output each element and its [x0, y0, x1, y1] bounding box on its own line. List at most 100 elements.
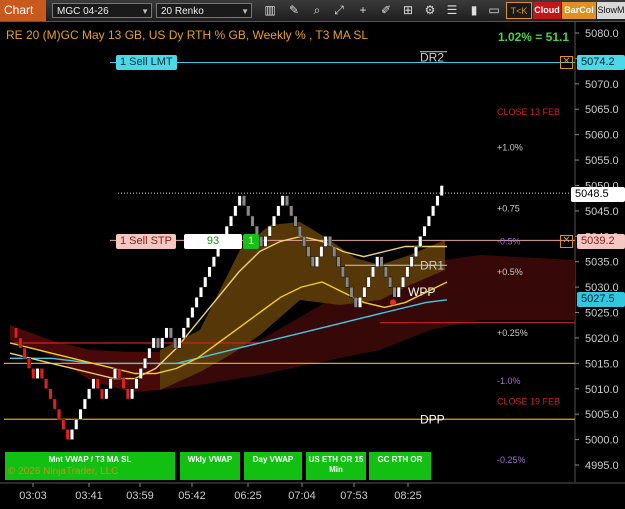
- renko-brick: [250, 215, 255, 227]
- renko-brick: [138, 368, 143, 379]
- renko-brick: [104, 388, 109, 400]
- renko-brick: [100, 388, 105, 400]
- renko-brick: [405, 266, 410, 278]
- percent-change-readout: 1.02% = 51.1: [497, 30, 569, 44]
- renko-brick: [241, 195, 246, 207]
- level-annotation: +1.0%: [497, 142, 523, 152]
- us-eth-or-button[interactable]: US ETH OR 15 Min: [306, 452, 366, 480]
- renko-brick: [186, 317, 191, 329]
- renko-brick: [276, 205, 281, 217]
- x-tick-label: 03:03: [19, 490, 47, 502]
- renko-brick: [362, 286, 367, 298]
- x-tick-label: 06:25: [234, 490, 262, 502]
- renko-brick: [44, 378, 49, 390]
- renko-brick: [280, 195, 285, 207]
- renko-brick: [57, 408, 61, 420]
- renko-brick: [431, 205, 436, 217]
- x-tick-label: 08:25: [394, 490, 422, 502]
- y-tick-label: 5055.0: [585, 155, 619, 167]
- renko-brick: [435, 195, 440, 207]
- renko-brick: [349, 286, 354, 298]
- x-tick-label: 03:41: [75, 490, 103, 502]
- renko-brick: [414, 246, 418, 257]
- renko-brick: [52, 398, 57, 410]
- renko-brick: [272, 215, 276, 227]
- x-tick-label: 07:04: [288, 490, 316, 502]
- renko-brick: [366, 276, 371, 288]
- renko-brick: [306, 246, 311, 257]
- level-annotation: -0.5%: [497, 236, 521, 246]
- renko-brick: [315, 256, 319, 268]
- y-tick-label: 5080.0: [585, 28, 619, 40]
- renko-brick: [82, 398, 87, 410]
- weekly-vwap-button[interactable]: Wkly VWAP: [180, 452, 240, 480]
- renko-brick: [39, 368, 44, 379]
- level-annotation: +0.75: [497, 203, 520, 213]
- y-tick-label: 5035.0: [585, 257, 619, 269]
- renko-brick: [383, 266, 388, 278]
- sell-stop-order-tag[interactable]: 1 Sell STP: [116, 234, 176, 249]
- renko-brick: [143, 358, 148, 369]
- renko-brick: [155, 337, 160, 349]
- renko-brick: [371, 266, 375, 278]
- renko-brick: [160, 337, 165, 349]
- y-tick-label: 5045.0: [585, 206, 619, 218]
- gc-rth-or-button[interactable]: GC RTH OR: [369, 452, 431, 480]
- renko-brick: [147, 347, 152, 359]
- cancel-sell-limit-icon[interactable]: ✕: [560, 56, 573, 69]
- price-chart[interactable]: DR2 DR1 WPP DPP CLOSE 13 FEB +1.0% +0.75 -0.5% +…: [0, 0, 625, 509]
- level-annotation: -1.0%: [497, 376, 521, 386]
- renko-brick: [323, 236, 328, 247]
- last-price-marker: 5048.5: [571, 187, 625, 202]
- sell-limit-price-marker: 5074.2: [577, 55, 625, 70]
- renko-brick: [422, 225, 427, 237]
- renko-brick: [263, 236, 268, 247]
- renko-brick: [61, 419, 66, 430]
- renko-brick: [302, 236, 307, 247]
- renko-brick: [87, 388, 92, 400]
- renko-brick: [91, 378, 96, 390]
- vwap-price-marker: 5027.5: [577, 292, 625, 307]
- renko-brick: [48, 388, 53, 400]
- renko-brick: [168, 327, 173, 339]
- monthly-vwap-label: Mnt VWAP / T3 MA SL: [48, 455, 132, 464]
- renko-brick: [340, 266, 345, 278]
- renko-brick: [310, 256, 315, 268]
- stop-ticks-readout: 93: [184, 234, 242, 249]
- x-tick-label: 03:59: [126, 490, 154, 502]
- renko-brick: [203, 276, 208, 288]
- copyright-notice: © 2026 NinjaTrader, LLC: [8, 466, 119, 477]
- renko-brick: [211, 256, 216, 268]
- day-vwap-button[interactable]: Day VWAP: [244, 452, 302, 480]
- renko-brick: [164, 327, 169, 339]
- chart-header: RE 20 (M)GC May 13 GB, US Dy RTH % GB, W…: [6, 28, 369, 42]
- renko-brick: [130, 388, 135, 400]
- y-tick-label: 5070.0: [585, 79, 619, 91]
- y-tick-label: 5010.0: [585, 384, 619, 396]
- renko-brick: [418, 236, 423, 247]
- renko-brick: [332, 246, 337, 257]
- renko-brick: [328, 236, 332, 247]
- renko-brick: [151, 337, 156, 349]
- sell-stop-price-marker: 5039.2: [577, 234, 625, 249]
- price-level-label: DR2: [420, 50, 444, 64]
- stop-qty-readout: 1: [243, 234, 259, 249]
- y-tick-label: 5065.0: [585, 104, 619, 116]
- renko-brick: [207, 266, 212, 278]
- renko-brick: [237, 195, 242, 207]
- price-level-label: WPP: [408, 285, 435, 299]
- renko-brick: [375, 256, 380, 268]
- renko-brick: [134, 378, 139, 390]
- renko-brick: [14, 327, 19, 339]
- y-tick-label: 5015.0: [585, 358, 619, 370]
- cancel-sell-stop-icon[interactable]: ✕: [560, 235, 573, 248]
- renko-brick: [69, 429, 74, 440]
- renko-brick: [319, 246, 324, 257]
- x-tick-label: 07:53: [340, 490, 368, 502]
- renko-brick: [18, 337, 23, 349]
- renko-brick: [181, 327, 186, 339]
- sell-limit-order-tag[interactable]: 1 Sell LMT: [116, 55, 177, 70]
- y-tick-label: 5020.0: [585, 333, 619, 345]
- x-tick-label: 05:42: [178, 490, 206, 502]
- renko-brick: [379, 256, 384, 268]
